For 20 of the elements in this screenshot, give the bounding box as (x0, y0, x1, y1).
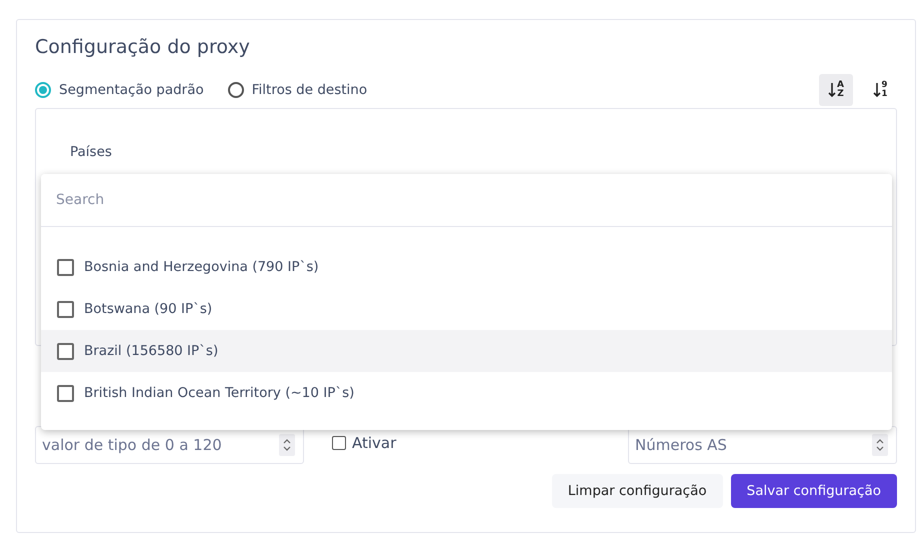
spinner-icon[interactable] (872, 434, 888, 456)
country-option[interactable]: Bosnia and Herzegovina (790 IP`s) (41, 246, 892, 288)
activate-checkbox[interactable]: Ativar (332, 434, 396, 452)
country-option[interactable]: Brazil (156580 IP`s) (41, 330, 892, 372)
down-arrow-icon (872, 82, 881, 98)
country-option[interactable]: British Indian Ocean Territory (~10 IP`s) (41, 372, 892, 414)
mode-radio[interactable]: Filtros de destino (228, 82, 368, 98)
mode-radio[interactable]: Segmentação padrão (35, 82, 204, 98)
sort-alpha-button[interactable]: A Z (819, 74, 853, 106)
search-field[interactable]: Search (41, 174, 892, 227)
clear-button[interactable]: Limpar configuração (552, 474, 723, 508)
country-option[interactable]: Botswana (90 IP`s) (41, 288, 892, 330)
sort-numeric-button[interactable]: 9 1 (863, 74, 897, 106)
countries-label: Países (70, 144, 112, 160)
down-arrow-icon (828, 82, 836, 98)
number-field[interactable]: valor de tipo de 0 a 120 (35, 426, 304, 464)
as-numbers-field[interactable]: Números AS (628, 426, 897, 464)
save-button[interactable]: Salvar configuração (730, 474, 897, 508)
card-title: Configuração do proxy (35, 36, 251, 58)
spinner-icon[interactable] (279, 434, 295, 456)
